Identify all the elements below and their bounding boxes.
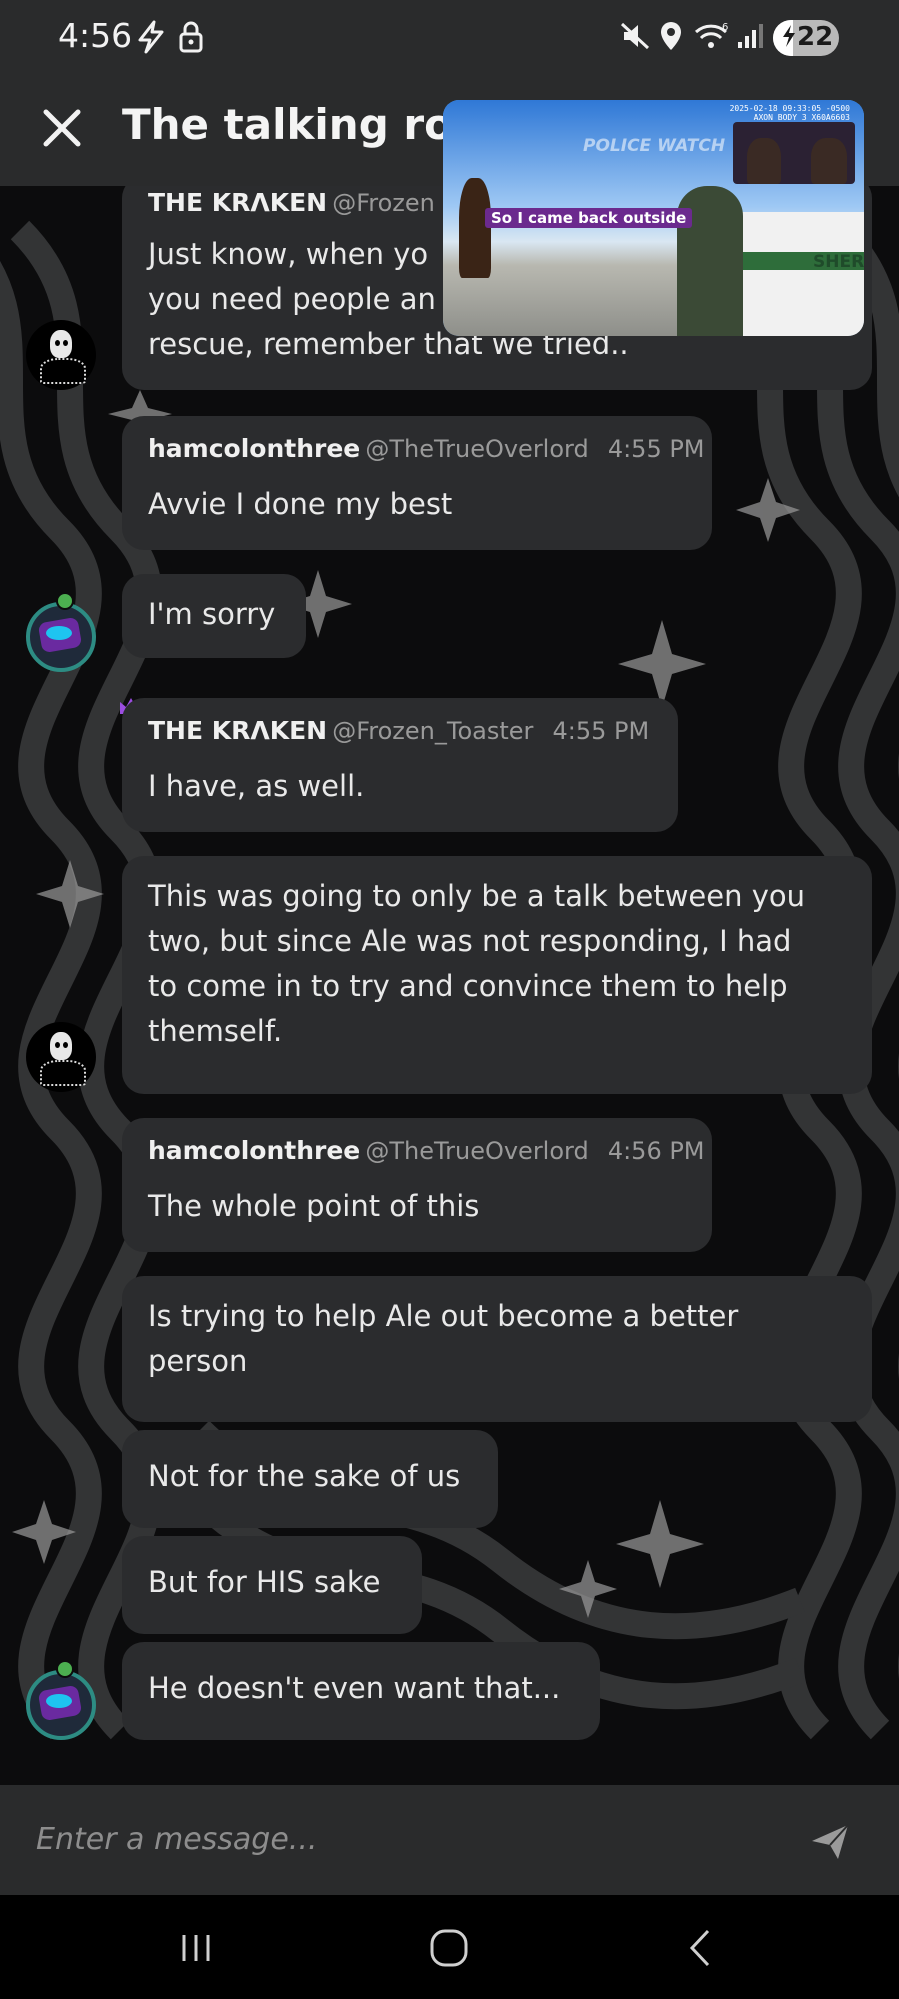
message-text: Not for the sake of us <box>148 1459 461 1493</box>
status-bar: 4:56 6 22 <box>0 0 899 76</box>
skull-eye <box>63 1042 68 1048</box>
svg-text:6: 6 <box>722 22 728 33</box>
skull-body <box>40 358 86 384</box>
message-bubble[interactable]: But for HIS sake <box>122 1536 422 1634</box>
send-icon[interactable] <box>808 1819 852 1863</box>
message-header: THE KRΛKEN @Frozen_Toaster 4:55 PM <box>148 716 649 745</box>
message-author[interactable]: THE KRΛKEN <box>148 716 327 745</box>
message-header: THE KRΛKEN @Frozen <box>148 188 435 217</box>
avatar[interactable] <box>26 1022 96 1092</box>
status-time: 4:56 <box>58 16 133 55</box>
message-bubble[interactable]: This was going to only be a talk between… <box>122 856 872 1094</box>
bodycam-meta: 2025-02-18 09:33:05 -0500 AXON BODY 3 X6… <box>729 104 850 122</box>
message-text: The whole point of this <box>148 1189 480 1223</box>
message-text: Is trying to help Ale out become a bette… <box>148 1294 738 1384</box>
reactor-cam <box>733 122 855 184</box>
message-bubble[interactable]: He doesn't even want that... <box>122 1642 600 1740</box>
avatar-badge <box>56 592 74 610</box>
battery-indicator: 22 <box>773 20 839 56</box>
skull-eye <box>55 1042 60 1048</box>
message-bubble[interactable]: I'm sorry <box>122 574 306 658</box>
message-text: He doesn't even want that... <box>148 1671 561 1705</box>
message-input[interactable]: Enter a message... <box>36 1813 736 1867</box>
message-composer: Enter a message... <box>0 1785 899 1895</box>
message-line: This was going to only be a talk between… <box>148 879 805 913</box>
message-bubble[interactable]: Is trying to help Ale out become a bette… <box>122 1276 872 1422</box>
skull-face <box>50 330 72 358</box>
message-header: hamcolonthree @TheTrueOverlord 4:56 PM <box>148 1136 705 1165</box>
message-text: I have, as well. <box>148 769 365 803</box>
reactor-person <box>811 138 847 184</box>
message-bubble[interactable]: hamcolonthree @TheTrueOverlord 4:56 PM T… <box>122 1118 712 1252</box>
message-time: 4:56 PM <box>607 1137 705 1165</box>
lock-icon <box>178 20 204 63</box>
message-handle: @TheTrueOverlord <box>365 435 589 463</box>
message-text: I'm sorry <box>148 597 276 631</box>
skull-eye <box>63 340 68 346</box>
skull-body <box>40 1060 86 1086</box>
message-text: This was going to only be a talk between… <box>148 874 805 1054</box>
message-author[interactable]: THE KRΛKEN <box>148 188 327 217</box>
message-time: 4:55 PM <box>552 717 650 745</box>
video-caption: So I came back outside <box>485 208 693 228</box>
signal-icon <box>736 20 766 61</box>
message-header: hamcolonthree @TheTrueOverlord 4:55 PM <box>148 434 705 463</box>
mute-icon <box>620 20 650 61</box>
message-list[interactable]: THE KRΛKEN @Frozen Just know, when yo yo… <box>0 186 899 1785</box>
system-nav-bar <box>0 1895 899 1999</box>
battery-level: 22 <box>781 22 833 52</box>
message-bubble[interactable]: THE KRΛKEN @Frozen_Toaster 4:55 PM I hav… <box>122 698 678 832</box>
message-line: person <box>148 1344 248 1378</box>
message-line: to come in to try and convince them to h… <box>148 969 788 1003</box>
message-handle: @TheTrueOverlord <box>365 1137 589 1165</box>
avatar[interactable] <box>26 320 96 390</box>
message-author[interactable]: hamcolonthree <box>148 434 360 463</box>
woman-figure <box>459 178 491 278</box>
message-line: two, but since Ale was not responding, I… <box>148 924 792 958</box>
message-author[interactable]: hamcolonthree <box>148 1136 360 1165</box>
battery-text: 22 <box>797 22 834 52</box>
back-icon[interactable] <box>676 1925 726 1971</box>
avatar[interactable] <box>26 592 96 672</box>
message-text: But for HIS sake <box>148 1565 381 1599</box>
video-pip-overlay[interactable]: 2025-02-18 09:33:05 -0500 AXON BODY 3 X6… <box>443 100 864 336</box>
patrol-car-text: SHER <box>813 252 864 272</box>
message-handle: @Frozen_Toaster <box>332 717 534 745</box>
avatar[interactable] <box>26 1660 96 1740</box>
robot-visor <box>46 1694 72 1708</box>
bolt-icon <box>136 20 166 63</box>
avatar-badge <box>56 1660 74 1678</box>
message-bubble[interactable]: Not for the sake of us <box>122 1430 498 1528</box>
location-icon <box>658 20 684 61</box>
message-text: Avvie I done my best <box>148 487 453 521</box>
message-time: 4:55 PM <box>607 435 705 463</box>
recents-icon[interactable] <box>172 1925 222 1971</box>
message-line: themself. <box>148 1014 283 1048</box>
skull-face <box>50 1032 72 1060</box>
video-watermark: POLICE WATCH <box>583 136 726 156</box>
home-icon[interactable] <box>424 1925 474 1971</box>
robot-visor <box>46 626 72 640</box>
skull-eye <box>55 340 60 346</box>
reactor-person <box>747 138 781 184</box>
wifi-icon: 6 <box>694 20 730 61</box>
message-line: Is trying to help Ale out become a bette… <box>148 1299 739 1333</box>
message-handle: @Frozen <box>332 189 435 217</box>
close-icon[interactable] <box>36 102 88 154</box>
message-bubble[interactable]: hamcolonthree @TheTrueOverlord 4:55 PM A… <box>122 416 712 550</box>
